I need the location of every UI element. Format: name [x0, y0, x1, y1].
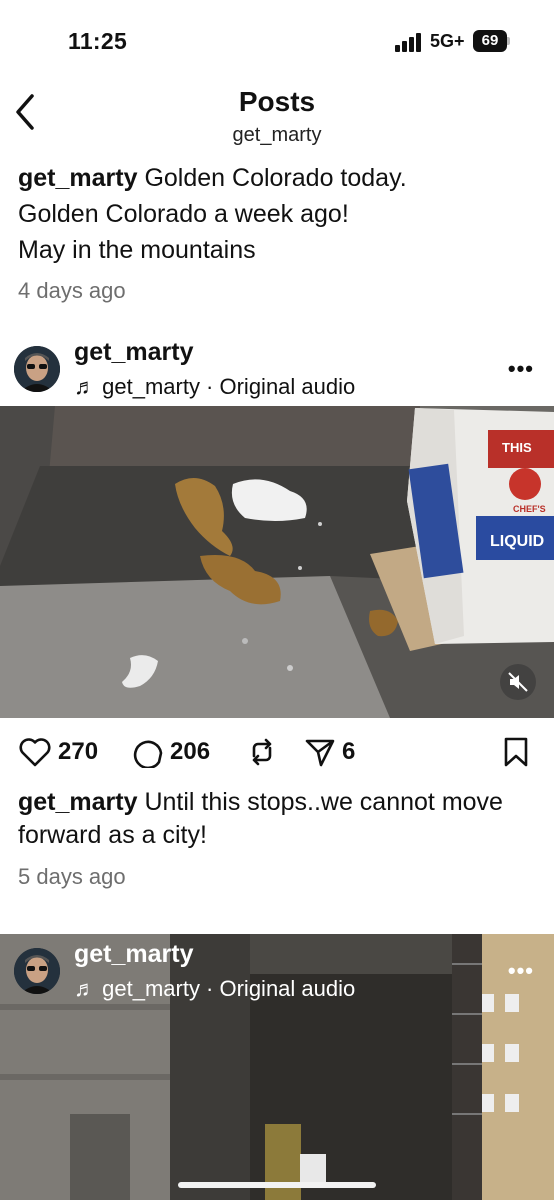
caption-username[interactable]: get_marty	[18, 788, 138, 816]
heart-icon	[19, 738, 51, 767]
audio-label: get_marty · Original audio	[102, 374, 356, 399]
post-header: get_marty ♬ get_marty · Original audio •…	[0, 338, 554, 400]
share-button[interactable]: 6	[304, 734, 355, 770]
save-button[interactable]	[502, 734, 530, 770]
audio-label: get_marty · Original audio	[102, 976, 356, 1001]
avatar[interactable]	[14, 948, 60, 994]
home-indicator[interactable]	[178, 1182, 376, 1188]
music-note-icon: ♬	[74, 976, 103, 1001]
box-label-chefs: CHEF'S	[513, 504, 546, 514]
battery-tip	[507, 37, 510, 45]
post-media[interactable]: THIS LIQUID CHEF'S	[0, 406, 554, 718]
box-label-this: THIS	[502, 440, 532, 455]
bookmark-icon	[504, 737, 528, 767]
repost-icon	[252, 738, 272, 766]
post-username[interactable]: get_marty	[74, 940, 194, 969]
header: Posts get_marty	[0, 80, 554, 150]
comment-count: 206	[170, 738, 211, 765]
post-actions: 270 206 6	[0, 730, 554, 774]
mute-icon	[508, 672, 528, 692]
post-timestamp: 5 days ago	[18, 864, 126, 889]
like-button[interactable]: 270	[18, 734, 98, 770]
post-audio[interactable]: ♬ get_marty · Original audio	[74, 976, 355, 1002]
post-audio[interactable]: ♬ get_marty · Original audio	[74, 374, 355, 400]
page-subtitle: get_marty	[232, 124, 322, 146]
mute-button[interactable]	[500, 664, 536, 700]
battery-icon: 69	[473, 30, 507, 52]
caption-text: May in the mountains	[18, 236, 256, 264]
page-title: Posts	[238, 86, 316, 117]
status-time: 11:25	[68, 28, 128, 54]
caption-text: Golden Colorado a week ago!	[18, 200, 349, 228]
post-caption: get_marty Until this stops..we cannot mo…	[18, 786, 538, 852]
signal-icon	[395, 32, 425, 52]
caption-text: Golden Colorado today.	[144, 164, 407, 192]
share-icon	[305, 739, 335, 767]
more-dots-icon[interactable]: •••	[508, 356, 534, 382]
like-count: 270	[58, 738, 99, 765]
post-photo: THIS LIQUID CHEF'S	[0, 406, 554, 718]
caption-username[interactable]: get_marty	[18, 164, 138, 192]
music-note-icon: ♬	[74, 374, 103, 399]
more-dots-icon[interactable]: •••	[508, 958, 534, 984]
network-type: 5G+	[430, 31, 465, 51]
box-label-brand: LIQUID	[490, 533, 544, 550]
share-count: 6	[342, 738, 356, 765]
comment-button[interactable]: 206	[132, 734, 210, 770]
next-post-header: get_marty ♬ get_marty · Original audio •…	[0, 940, 554, 1002]
post-username[interactable]: get_marty	[74, 338, 194, 367]
avatar[interactable]	[14, 346, 60, 392]
repost-button[interactable]	[246, 734, 278, 770]
comment-icon	[133, 740, 163, 768]
post-timestamp: 4 days ago	[18, 278, 126, 303]
prev-post-caption: get_marty Golden Colorado today. Golden …	[18, 160, 538, 268]
status-bar: 11:25 5G+ 69	[0, 0, 554, 80]
